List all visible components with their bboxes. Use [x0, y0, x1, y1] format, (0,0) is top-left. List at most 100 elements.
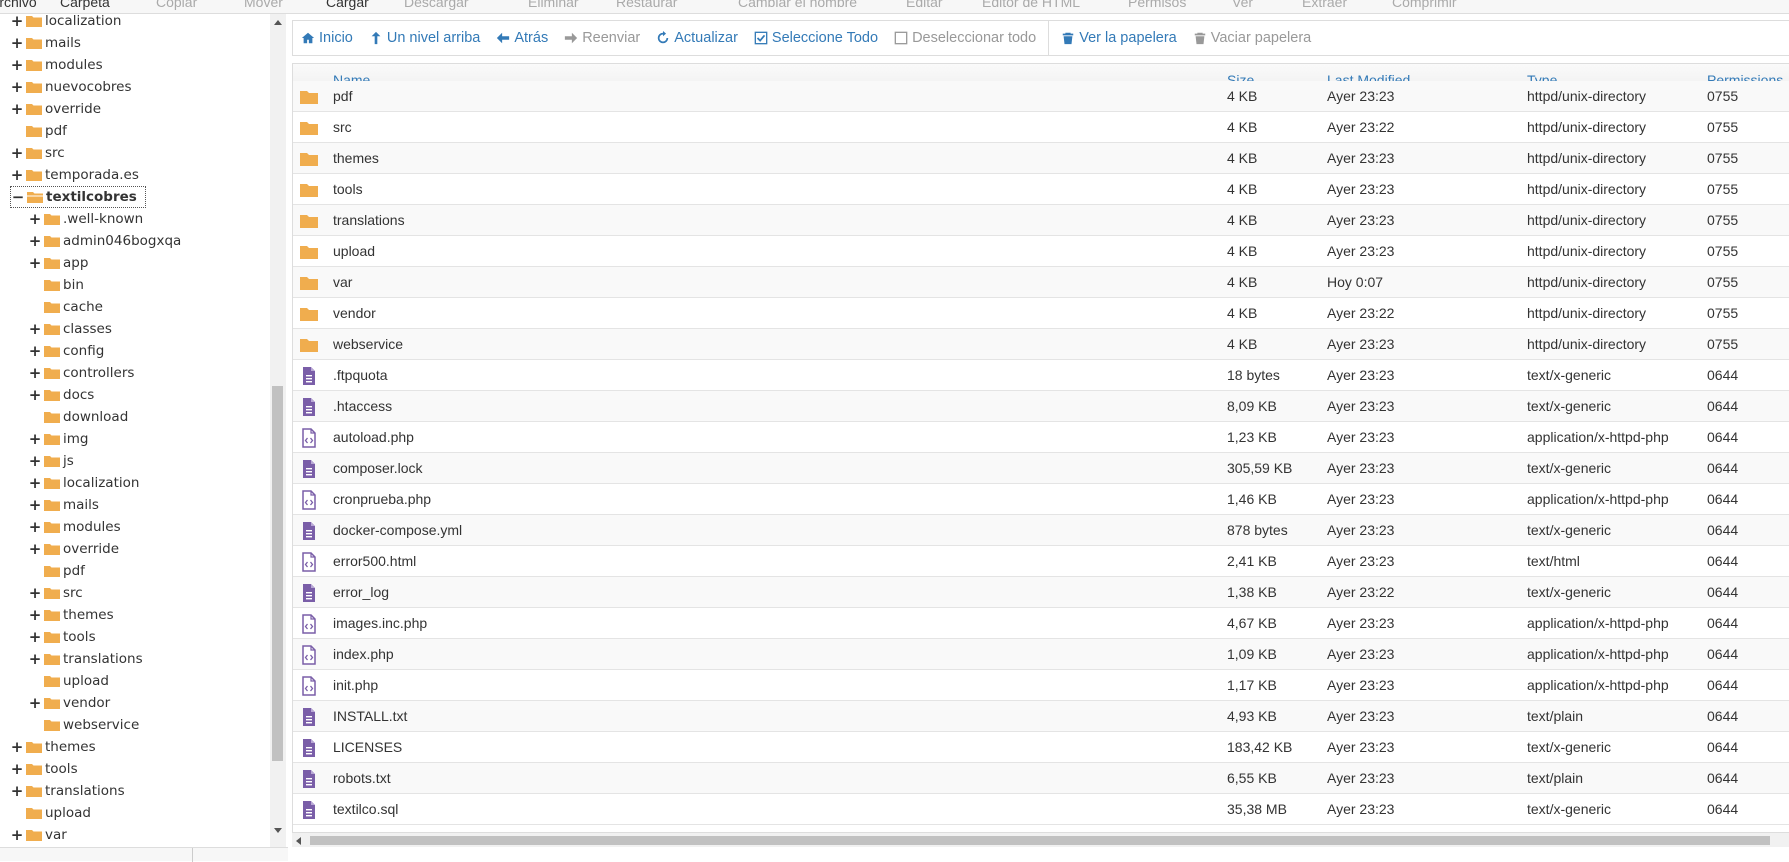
expand-icon[interactable]: +	[10, 780, 24, 802]
table-row[interactable]: var 4 KB Hoy 0:07 httpd/unix-directory 0755	[293, 267, 1789, 298]
tree-item[interactable]: + nuevocobres	[10, 76, 132, 98]
expand-icon[interactable]: +	[28, 692, 42, 714]
expand-icon[interactable]: +	[10, 164, 24, 186]
tree-item[interactable]: + src	[10, 142, 65, 164]
menu-item-extraer[interactable]: Extraer	[1302, 0, 1347, 10]
tree-item[interactable]: upload	[10, 802, 91, 824]
expand-icon[interactable]: +	[28, 604, 42, 626]
expand-icon[interactable]: +	[28, 230, 42, 252]
table-row[interactable]: vendor 4 KB Ayer 23:22 httpd/unix-directory…	[293, 298, 1789, 329]
collapse-icon[interactable]: −	[11, 186, 25, 208]
tree-item[interactable]: + classes	[28, 318, 112, 340]
tree-item[interactable]: upload	[28, 670, 109, 692]
menu-item-cargar[interactable]: Cargar	[326, 0, 369, 10]
expand-icon[interactable]: +	[28, 582, 42, 604]
expand-icon[interactable]: +	[28, 428, 42, 450]
menu-item-permisos[interactable]: Permisos	[1128, 0, 1186, 10]
table-row[interactable]: LICENSES 183,42 KB Ayer 23:23 text/x-generi…	[293, 732, 1789, 763]
tree-item[interactable]: download	[28, 406, 128, 428]
scroll-down-icon[interactable]	[274, 828, 282, 833]
expand-icon[interactable]: +	[28, 340, 42, 362]
expand-icon[interactable]: +	[28, 626, 42, 648]
scrollbar-thumb[interactable]	[272, 386, 283, 761]
deselect-all-button[interactable]: Deseleccionar todo	[886, 20, 1044, 56]
table-row[interactable]: pdf 4 KB Ayer 23:23 httpd/unix-directory 075…	[293, 81, 1789, 112]
expand-icon[interactable]: +	[28, 362, 42, 384]
tree-item[interactable]: + themes	[28, 604, 114, 626]
expand-icon[interactable]: +	[10, 98, 24, 120]
table-row[interactable]: index.php 1,09 KB Ayer 23:23 application/x-…	[293, 639, 1789, 670]
tree-item[interactable]: + temporada.es	[10, 164, 139, 186]
tree-item[interactable]: + translations	[10, 780, 125, 802]
tree-item[interactable]: + tools	[10, 758, 78, 780]
table-row[interactable]: textilco.sql 35,38 MB Ayer 23:23 text/x-gen…	[293, 794, 1789, 825]
scrollbar-thumb[interactable]	[310, 836, 1770, 845]
tree-item[interactable]: cache	[28, 296, 103, 318]
tree-item[interactable]: + localization	[28, 472, 140, 494]
expand-icon[interactable]: +	[28, 252, 42, 274]
scroll-left-icon[interactable]	[296, 837, 301, 845]
table-row[interactable]: images.inc.php 4,67 KB Ayer 23:23 applicati…	[293, 608, 1789, 639]
forward-button[interactable]: Reenviar	[556, 20, 648, 56]
select-all-button[interactable]: Seleccione Todo	[746, 20, 886, 56]
tree-item[interactable]: + var	[10, 824, 67, 846]
tree-item[interactable]: + themes	[10, 736, 96, 758]
reload-button[interactable]: Actualizar	[648, 20, 746, 56]
scroll-up-icon[interactable]	[274, 20, 282, 25]
tree-item[interactable]: + img	[28, 428, 89, 450]
tree-item[interactable]: + modules	[10, 54, 103, 76]
table-row[interactable]: docker-compose.yml 878 bytes Ayer 23:23 tex…	[293, 515, 1789, 546]
expand-icon[interactable]: +	[28, 538, 42, 560]
table-row[interactable]: webservice 4 KB Ayer 23:23 httpd/unix-direc…	[293, 329, 1789, 360]
menu-item-mover[interactable]: Mover	[244, 0, 283, 10]
expand-icon[interactable]: +	[28, 318, 42, 340]
menu-item-cambiar-el-nombre[interactable]: Cambiar el nombre	[738, 0, 857, 10]
tree-item[interactable]: − textilcobres	[10, 186, 146, 208]
table-row[interactable]: error500.html 2,41 KB Ayer 23:23 text/html 0…	[293, 546, 1789, 577]
tree-item[interactable]: + vendor	[28, 692, 111, 714]
tree-item[interactable]: + mails	[10, 32, 81, 54]
tree-item[interactable]: + app	[28, 252, 89, 274]
table-row[interactable]: upload 4 KB Ayer 23:23 httpd/unix-directory…	[293, 236, 1789, 267]
horizontal-scrollbar[interactable]	[292, 832, 1789, 847]
menu-item-copiar[interactable]: Copiar	[156, 0, 197, 10]
tree-item[interactable]: webservice	[28, 714, 139, 736]
table-row[interactable]: error_log 1,38 KB Ayer 23:22 text/x-generic…	[293, 577, 1789, 608]
table-row[interactable]: themes 4 KB Ayer 23:23 httpd/unix-directory…	[293, 143, 1789, 174]
table-row[interactable]: src 4 KB Ayer 23:22 httpd/unix-directory 075…	[293, 112, 1789, 143]
menu-item-archivo[interactable]: Archivo	[0, 0, 37, 10]
expand-icon[interactable]: +	[28, 472, 42, 494]
tree-item[interactable]: pdf	[28, 560, 85, 582]
table-row[interactable]: cronprueba.php 1,46 KB Ayer 23:23 applicati…	[293, 484, 1789, 515]
expand-icon[interactable]: +	[28, 494, 42, 516]
expand-icon[interactable]: +	[10, 76, 24, 98]
tree-item[interactable]: + docs	[28, 384, 95, 406]
tree-item[interactable]: + mails	[28, 494, 99, 516]
expand-icon[interactable]: +	[10, 54, 24, 76]
tree-item[interactable]: + override	[10, 98, 101, 120]
menu-item-editor-de-html[interactable]: Editor de HTML	[982, 0, 1080, 10]
menu-item-ver[interactable]: Ver	[1232, 0, 1253, 10]
expand-icon[interactable]: +	[10, 736, 24, 758]
menu-item-carpeta[interactable]: Carpeta	[60, 0, 110, 10]
tree-item[interactable]: + modules	[28, 516, 121, 538]
expand-icon[interactable]: +	[10, 14, 24, 32]
expand-icon[interactable]: +	[10, 758, 24, 780]
tree-item[interactable]: + config	[28, 340, 105, 362]
table-row[interactable]: .htaccess 8,09 KB Ayer 23:23 text/x-generic…	[293, 391, 1789, 422]
tree-item[interactable]: + .well-known	[28, 208, 144, 230]
tree-item[interactable]: + tools	[28, 626, 96, 648]
expand-icon[interactable]: +	[28, 516, 42, 538]
menu-item-editar[interactable]: Editar	[906, 0, 943, 10]
tree-item[interactable]: + js	[28, 450, 74, 472]
menu-item-restaurar[interactable]: Restaurar	[616, 0, 677, 10]
table-row[interactable]: init.php 1,17 KB Ayer 23:23 application/x-h…	[293, 670, 1789, 701]
table-row[interactable]: translations 4 KB Ayer 23:23 httpd/unix-dir…	[293, 205, 1789, 236]
expand-icon[interactable]: +	[10, 32, 24, 54]
back-button[interactable]: Atrás	[488, 20, 556, 56]
table-row[interactable]: .ftpquota 18 bytes Ayer 23:23 text/x-generi…	[293, 360, 1789, 391]
expand-icon[interactable]: +	[28, 450, 42, 472]
menu-item-comprimir[interactable]: Comprimir	[1392, 0, 1457, 10]
table-row[interactable]: tools 4 KB Ayer 23:23 httpd/unix-directory 0…	[293, 174, 1789, 205]
tree-scrollbar[interactable]	[270, 14, 286, 847]
